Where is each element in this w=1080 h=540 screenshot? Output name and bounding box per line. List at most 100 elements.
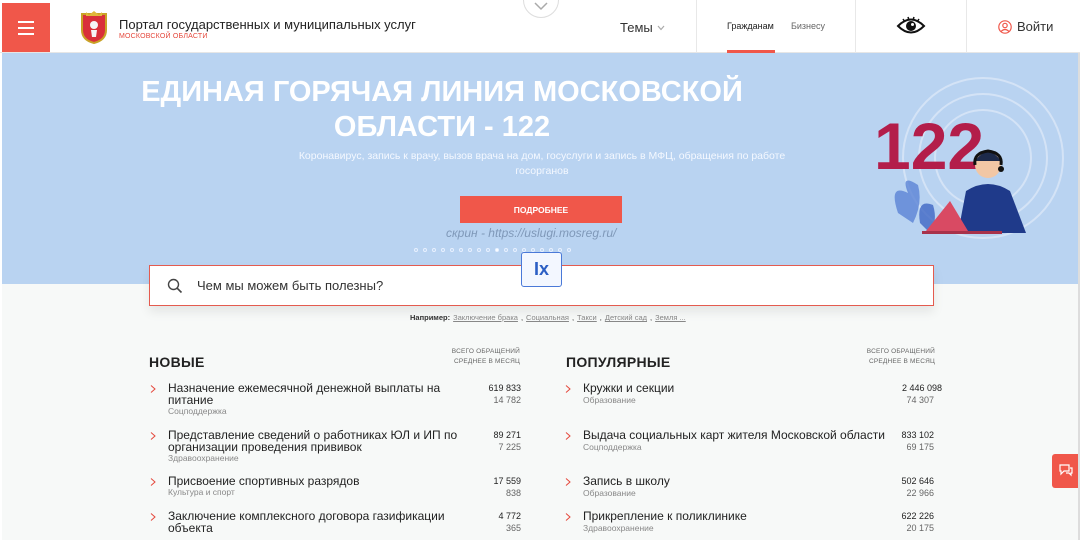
slider-dot[interactable] [495, 248, 499, 252]
slider-dot[interactable] [567, 248, 571, 252]
chevron-right-icon [565, 513, 571, 521]
chevron-right-icon [150, 385, 156, 393]
list-item[interactable]: Выдача социальных карт жителя Московской… [564, 429, 942, 453]
list-item[interactable]: Заключение комплексного договора газифик… [149, 510, 521, 540]
total-requests: 89 271 [493, 430, 521, 440]
chevron-right-icon [565, 432, 571, 440]
service-name-line: объекта [168, 521, 213, 535]
slider-dot[interactable] [432, 248, 436, 252]
slider-dot[interactable] [513, 248, 517, 252]
service-name-line: организации проведения прививок [168, 440, 362, 454]
search-input[interactable] [197, 278, 797, 293]
service-name[interactable]: Присвоение спортивных разрядов [168, 475, 359, 487]
themes-dropdown[interactable]: Темы [620, 20, 665, 35]
popular-services-meta: ВСЕГО ОБРАЩЕНИЙ СРЕДНЕЕ В МЕСЯЦ [835, 347, 935, 367]
accessibility-eye-icon[interactable] [896, 15, 926, 37]
avg-requests: 69 175 [906, 442, 934, 452]
hero-title: ЕДИНАЯ ГОРЯЧАЯ ЛИНИЯ МОСКОВСКОЙ ОБЛАСТИ … [141, 76, 743, 143]
service-name[interactable]: Представление сведений о работниках ЮЛ и… [168, 429, 457, 453]
slider-dot[interactable] [504, 248, 508, 252]
meta-avg-label: СРЕДНЕЕ В МЕСЯЦ [453, 358, 520, 365]
burger-line [18, 26, 34, 29]
example-link[interactable]: Заключение брака [453, 313, 518, 322]
example-link[interactable]: Такси [577, 313, 597, 322]
tab-citizens[interactable]: Гражданам [727, 21, 774, 31]
service-category: Образование [583, 395, 636, 405]
meta-total-label: ВСЕГО ОБРАЩЕНИЙ [451, 348, 520, 355]
service-name-line: Присвоение спортивных разрядов [168, 474, 360, 488]
hero-banner: ЕДИНАЯ ГОРЯЧАЯ ЛИНИЯ МОСКОВСКОЙ ОБЛАСТИ … [2, 53, 1078, 284]
total-requests: 17 559 [493, 476, 521, 486]
separator: , [571, 313, 575, 322]
search-examples: Например: Заключение брака, Социальная, … [410, 313, 686, 322]
slider-dot[interactable] [450, 248, 454, 252]
slider-dot[interactable] [441, 248, 445, 252]
list-item[interactable]: Присвоение спортивных разрядов Культура … [149, 475, 521, 499]
avg-requests: 838 [505, 488, 521, 498]
hotline-number: 122 [874, 109, 984, 183]
service-name[interactable]: Заключение комплексного договора газифик… [168, 510, 445, 534]
slider-dot[interactable] [459, 248, 463, 252]
total-requests: 622 226 [901, 511, 934, 521]
avg-requests: 14 782 [493, 395, 521, 405]
slider-dot[interactable] [423, 248, 427, 252]
service-name[interactable]: Выдача социальных карт жителя Московской… [583, 429, 885, 441]
avg-requests: 20 175 [906, 523, 934, 533]
user-icon [998, 19, 1012, 34]
service-name[interactable]: Кружки и секции [583, 382, 674, 394]
login-button[interactable]: Войти [998, 19, 1053, 34]
slider-dot[interactable] [477, 248, 481, 252]
service-name[interactable]: Запись в школу [583, 475, 670, 487]
example-link[interactable]: Детский сад [605, 313, 647, 322]
divider [855, 0, 856, 53]
coat-of-arms-icon[interactable] [80, 10, 108, 44]
service-category: Здравоохранение [168, 453, 239, 463]
avg-requests: 7 225 [498, 442, 521, 452]
menu-button[interactable] [2, 3, 50, 52]
portal-title[interactable]: Портал государственных и муниципальных у… [119, 17, 416, 32]
chevron-right-icon [565, 478, 571, 486]
chevron-right-icon [150, 432, 156, 440]
slider-dot[interactable] [486, 248, 490, 252]
slider-dot[interactable] [414, 248, 418, 252]
list-item[interactable]: Назначение ежемесячной денежной выплаты … [149, 382, 521, 418]
search-icon [167, 278, 183, 293]
service-name[interactable]: Прикрепление к поликлинике [583, 510, 747, 522]
example-link[interactable]: Земля ... [655, 313, 686, 322]
list-item[interactable]: Кружки и секции Образование 2 446 098 74… [564, 382, 942, 406]
hero-subtitle: Коронавирус, запись к врачу, вызов врача… [298, 150, 786, 177]
burger-line [18, 32, 34, 35]
list-item[interactable]: Запись в школу Образование 502 646 22 96… [564, 475, 942, 499]
burger-line [18, 20, 34, 23]
portal-region: МОСКОВСКОЙ ОБЛАСТИ [119, 33, 208, 40]
total-requests: 502 646 [901, 476, 934, 486]
slider-dot[interactable] [468, 248, 472, 252]
separator: , [520, 313, 524, 322]
more-details-button[interactable]: ПОДРОБНЕЕ [460, 196, 622, 223]
divider [966, 0, 967, 53]
total-requests: 4 772 [498, 511, 521, 521]
service-category: Образование [583, 488, 636, 498]
chevron-down-icon [534, 2, 548, 11]
separator: , [599, 313, 602, 322]
service-category: Культура и спорт [168, 487, 235, 497]
tab-business[interactable]: Бизнесу [791, 21, 825, 31]
help-chat-button[interactable] [1052, 454, 1080, 488]
service-category: Здравоохранение [583, 523, 654, 533]
list-item[interactable]: Прикрепление к поликлинике Здравоохранен… [564, 510, 942, 540]
popular-services-title: ПОПУЛЯРНЫЕ [566, 354, 671, 370]
service-name-line: питание [168, 393, 214, 407]
service-category: Соцподдержка [583, 442, 642, 452]
scroll-up-button[interactable] [523, 0, 559, 18]
list-item[interactable]: Представление сведений о работниках ЮЛ и… [149, 429, 521, 465]
chat-help-icon [1059, 464, 1073, 477]
ix-extension-badge[interactable]: Ix [521, 252, 562, 287]
meta-total-label: ВСЕГО ОБРАЩЕНИЙ [866, 348, 935, 355]
example-link[interactable]: Социальная [526, 313, 569, 322]
new-services-title: НОВЫЕ [149, 354, 205, 370]
chevron-down-icon [657, 25, 665, 30]
new-services-meta: ВСЕГО ОБРАЩЕНИЙ СРЕДНЕЕ В МЕСЯЦ [420, 347, 520, 367]
service-name[interactable]: Назначение ежемесячной денежной выплаты … [168, 382, 440, 406]
watermark: скрин - https://uslugi.mosreg.ru/ [446, 226, 617, 240]
top-header: Портал государственных и муниципальных у… [0, 0, 1080, 53]
